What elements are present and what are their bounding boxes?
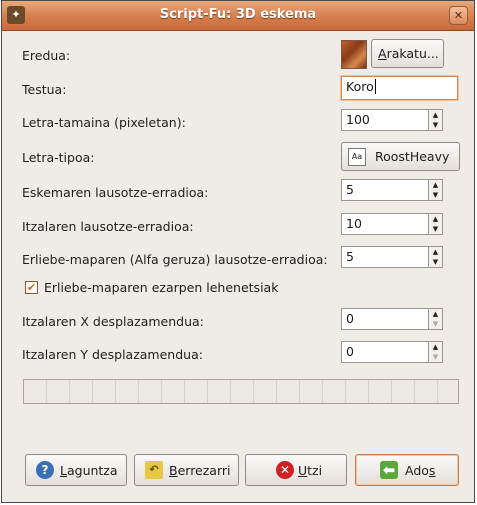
- window-title: Script-Fu: 3D eskema: [159, 7, 317, 22]
- spin-up-icon[interactable]: ▲: [429, 247, 442, 257]
- shadow-blur-spinner[interactable]: ▲ ▼: [429, 213, 443, 235]
- shadow-x-spinner[interactable]: ▲ ▼: [429, 308, 443, 330]
- font-icon: Aa: [348, 148, 366, 166]
- shadow-y-input[interactable]: 0: [341, 341, 429, 363]
- pattern-browse-mnemonic: A: [378, 46, 387, 61]
- shadow-x-value: 0: [346, 311, 354, 326]
- spin-down-icon[interactable]: ▼: [429, 120, 442, 130]
- cancel-button[interactable]: ✕ Utzi: [245, 454, 347, 486]
- shadow-x-input[interactable]: 0: [341, 308, 429, 330]
- pattern-preview[interactable]: [341, 40, 367, 69]
- text-label: Testua:: [22, 82, 67, 97]
- title-bar[interactable]: ✦ Script-Fu: 3D eskema ✕: [2, 1, 474, 31]
- cancel-label: tzi: [307, 463, 323, 478]
- reset-label: errezarri: [177, 463, 231, 478]
- reset-mnemonic: B: [169, 463, 178, 478]
- spin-down-icon[interactable]: ▼: [429, 224, 442, 234]
- shadow-y-value: 0: [346, 344, 354, 359]
- default-bump-checkbox[interactable]: ✔: [25, 281, 38, 294]
- pattern-label: Eredua:: [22, 48, 71, 63]
- reset-icon: ↶: [145, 461, 163, 479]
- bump-blur-value: 5: [346, 249, 354, 264]
- font-size-value: 100: [346, 112, 370, 127]
- ok-arrow-icon: ⬅: [380, 461, 398, 479]
- pattern-browse-label: rakatu...: [386, 46, 439, 61]
- font-size-spinner[interactable]: ▲ ▼: [429, 109, 443, 131]
- outline-blur-spinner[interactable]: ▲ ▼: [429, 179, 443, 201]
- shadow-blur-label: Itzalaren lausotze-erradioa:: [22, 219, 194, 234]
- reset-button[interactable]: ↶ Berrezarri: [134, 454, 239, 486]
- shadow-y-spinner[interactable]: ▲ ▼: [429, 341, 443, 363]
- cancel-mnemonic: U: [298, 463, 308, 478]
- bump-blur-input[interactable]: 5: [341, 246, 429, 268]
- font-size-label: Letra-tamaina (pixeletan):: [22, 115, 186, 130]
- pattern-browse-button[interactable]: Arakatu...: [371, 39, 444, 68]
- outline-blur-value: 5: [346, 182, 354, 197]
- ok-button[interactable]: ⬅ Ados: [355, 454, 459, 486]
- spin-down-icon[interactable]: ▼: [429, 190, 442, 200]
- outline-blur-label: Eskemaren lausotze-erradioa:: [22, 185, 209, 200]
- ok-mnemonic: s: [428, 463, 436, 478]
- font-size-input[interactable]: 100: [341, 109, 429, 131]
- help-label: aguntza: [66, 463, 118, 478]
- spin-down-icon[interactable]: ▼: [429, 352, 442, 362]
- text-input-value: Koro: [346, 79, 374, 94]
- cancel-icon: ✕: [276, 461, 294, 479]
- spin-up-icon[interactable]: ▲: [429, 342, 442, 352]
- text-input[interactable]: Koro: [341, 76, 458, 100]
- bump-blur-spinner[interactable]: ▲ ▼: [429, 246, 443, 268]
- font-value: RoostHeavy: [375, 149, 450, 164]
- default-bump-label[interactable]: Erliebe-maparen ezarpen lehenetsiak: [44, 280, 278, 295]
- help-icon: ?: [36, 461, 54, 479]
- shadow-y-label: Itzalaren Y desplazamendua:: [22, 347, 203, 362]
- spin-up-icon[interactable]: ▲: [429, 180, 442, 190]
- spin-up-icon[interactable]: ▲: [429, 309, 442, 319]
- ok-label: Ado: [405, 463, 429, 478]
- script-fu-dialog: ✦ Script-Fu: 3D eskema ✕ Eredua: Arakatu…: [1, 0, 475, 503]
- spin-up-icon[interactable]: ▲: [429, 214, 442, 224]
- font-select-button[interactable]: Aa RoostHeavy: [341, 142, 460, 171]
- outline-blur-input[interactable]: 5: [341, 179, 429, 201]
- progress-bar: [23, 379, 459, 404]
- shadow-blur-value: 10: [346, 216, 362, 231]
- help-mnemonic: L: [60, 463, 67, 478]
- help-button[interactable]: ? Laguntza: [25, 454, 127, 486]
- shadow-blur-input[interactable]: 10: [341, 213, 429, 235]
- spin-up-icon[interactable]: ▲: [429, 110, 442, 120]
- shadow-x-label: Itzalaren X desplazamendua:: [22, 314, 204, 329]
- spin-down-icon[interactable]: ▼: [429, 319, 442, 329]
- close-icon[interactable]: ✕: [449, 6, 468, 25]
- spin-down-icon[interactable]: ▼: [429, 257, 442, 267]
- font-label: Letra-tipoa:: [22, 150, 95, 165]
- bump-blur-label: Erliebe-maparen (Alfa geruza) lausotze-e…: [22, 252, 328, 267]
